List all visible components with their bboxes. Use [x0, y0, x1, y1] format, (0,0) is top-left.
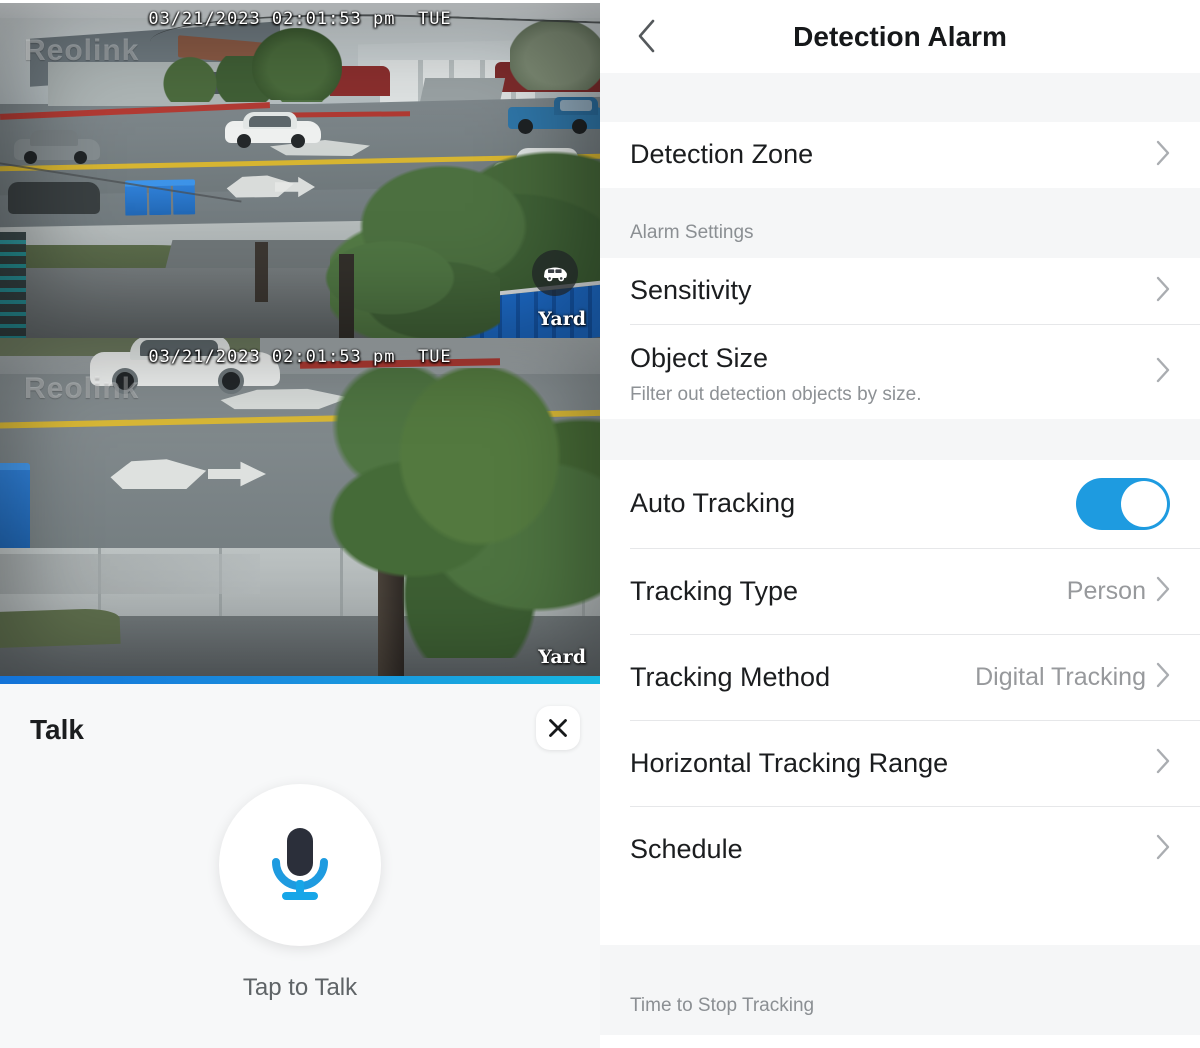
row-tracking-type[interactable]: Tracking Type Person: [600, 549, 1200, 634]
alarm-settings-section: Sensitivity Object Size Filter out detec…: [600, 258, 1200, 419]
footer-section-header: Time to Stop Tracking: [600, 945, 1200, 1035]
row-subtitle: Filter out detection objects by size.: [630, 383, 922, 405]
microphone-button[interactable]: [219, 784, 381, 946]
row-label: Auto Tracking: [630, 488, 796, 519]
row-value: Person: [1066, 577, 1146, 605]
microphone-icon: [272, 828, 328, 900]
chevron-right-icon: [1156, 834, 1170, 865]
chevron-right-icon: [1156, 576, 1170, 607]
talk-title: Talk: [30, 714, 84, 745]
settings-panel: Detection Alarm Detection Zone Alarm Set…: [600, 0, 1200, 1048]
video-progress-bar[interactable]: [0, 676, 600, 684]
row-auto-tracking[interactable]: Auto Tracking: [600, 460, 1200, 548]
row-object-size[interactable]: Object Size Filter out detection objects…: [600, 325, 1200, 419]
row-tracking-method[interactable]: Tracking Method Digital Tracking: [600, 635, 1200, 720]
row-label: Tracking Method: [630, 661, 831, 692]
top-sliver: [0, 0, 600, 3]
talk-body: Tap to Talk: [0, 784, 600, 1002]
row-label: Sensitivity: [630, 275, 752, 306]
row-label: Schedule: [630, 833, 743, 864]
nav-bar: Detection Alarm: [600, 0, 1200, 73]
chevron-right-icon: [1156, 357, 1170, 388]
chevron-right-icon: [1156, 662, 1170, 693]
talk-panel: Talk Tap to Talk: [0, 684, 600, 1048]
auto-tracking-toggle[interactable]: [1076, 478, 1170, 530]
reolink-watermark: Reolink: [24, 372, 140, 405]
row-detection-zone[interactable]: Detection Zone: [600, 122, 1200, 188]
section-gap-3: [600, 419, 1200, 460]
video-timestamp: 03/21/2023 02:01:53 pm TUE: [148, 9, 452, 29]
page-title: Detection Alarm: [793, 20, 1007, 52]
row-label: Horizontal Tracking Range: [630, 747, 949, 778]
video-timestamp: 03/21/2023 02:01:53 pm TUE: [148, 347, 452, 367]
app-screen: Reolink 03/21/2023 02:01:53 pm TUE Yard: [0, 0, 1200, 1048]
video-stack: Reolink 03/21/2023 02:01:53 pm TUE Yard: [0, 0, 600, 676]
chevron-right-icon: [1156, 276, 1170, 307]
reolink-watermark: Reolink: [24, 34, 140, 67]
footer-white-strip: [600, 1035, 1200, 1048]
video-tile-wide[interactable]: Reolink 03/21/2023 02:01:53 pm TUE Yard: [0, 0, 600, 338]
row-schedule[interactable]: Schedule: [600, 807, 1200, 892]
section-gap-2: [600, 188, 1200, 222]
toggle-knob: [1121, 481, 1167, 527]
camera-name-label: Yard: [538, 308, 586, 330]
row-sensitivity[interactable]: Sensitivity: [600, 258, 1200, 324]
video-tile-zoom[interactable]: Reolink 03/21/2023 02:01:53 pm TUE Yard: [0, 338, 600, 676]
tap-to-talk-label: Tap to Talk: [242, 974, 358, 1001]
row-label: Tracking Type: [630, 575, 799, 606]
section-gap-1: [600, 73, 1200, 122]
footer-header-label: Time to Stop Tracking: [630, 995, 815, 1016]
chevron-right-icon: [1156, 140, 1170, 171]
row-value: Digital Tracking: [975, 663, 1146, 691]
chevron-right-icon: [1156, 748, 1170, 779]
car-icon: [532, 250, 578, 296]
row-horizontal-tracking-range[interactable]: Horizontal Tracking Range: [600, 721, 1200, 806]
row-label: Object Size: [630, 343, 769, 373]
row-label: Detection Zone: [630, 139, 814, 170]
close-icon[interactable]: [536, 706, 580, 750]
tracking-section: Auto Tracking Tracking Type Person Track…: [600, 460, 1200, 892]
talk-header: Talk: [0, 684, 600, 776]
left-panel: Reolink 03/21/2023 02:01:53 pm TUE Yard: [0, 0, 600, 1048]
detection-zone-section: Detection Zone: [600, 122, 1200, 188]
camera-name-label: Yard: [538, 646, 586, 668]
chevron-left-icon[interactable]: [626, 12, 668, 60]
alarm-settings-header: Alarm Settings: [600, 222, 1200, 258]
